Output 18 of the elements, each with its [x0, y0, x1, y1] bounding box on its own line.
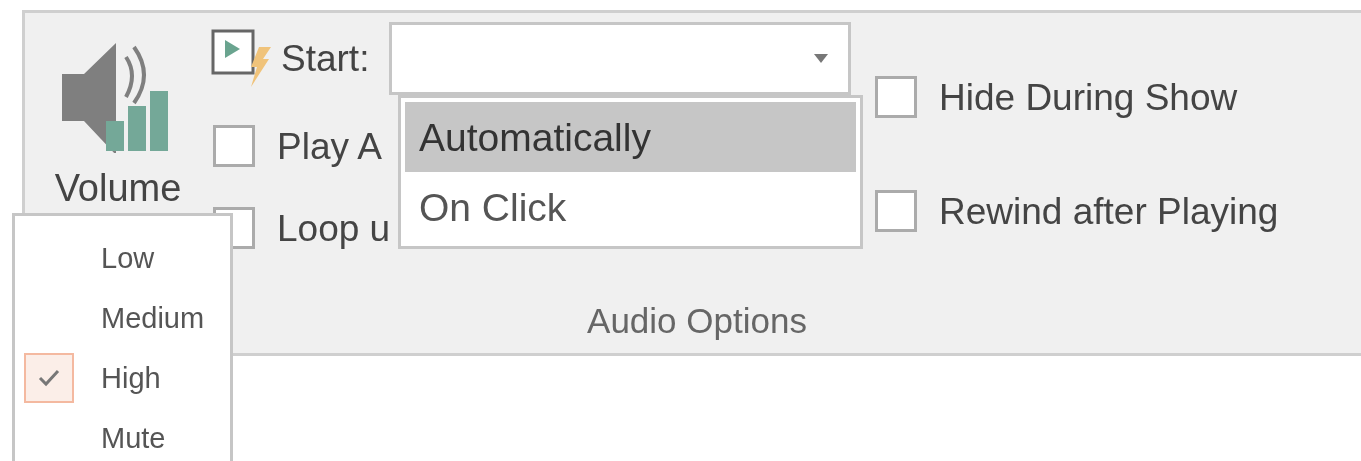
play-lightning-icon: [211, 28, 273, 89]
menu-item[interactable]: Low: [15, 228, 230, 288]
checkbox[interactable]: [875, 190, 917, 232]
menu-item[interactable]: Mute: [15, 408, 230, 461]
menu-item[interactable]: Medium: [15, 288, 230, 348]
checkbox[interactable]: [213, 125, 255, 167]
dropdown-option[interactable]: Automatically: [405, 102, 856, 172]
checkbox[interactable]: [875, 76, 917, 118]
checkbox-label: Loop u: [277, 209, 391, 247]
checkbox-label: Hide During Show: [939, 78, 1238, 116]
volume-label[interactable]: Volume: [54, 169, 182, 207]
start-label: Start:: [281, 40, 370, 77]
menu-item[interactable]: High: [15, 348, 230, 408]
start-dropdown[interactable]: [389, 22, 852, 95]
checkbox-label: Play A: [277, 127, 382, 165]
caret-icon: [814, 54, 829, 63]
checkbox-label: Rewind after Playing: [939, 192, 1279, 230]
group-label: Audio Options: [587, 303, 807, 338]
